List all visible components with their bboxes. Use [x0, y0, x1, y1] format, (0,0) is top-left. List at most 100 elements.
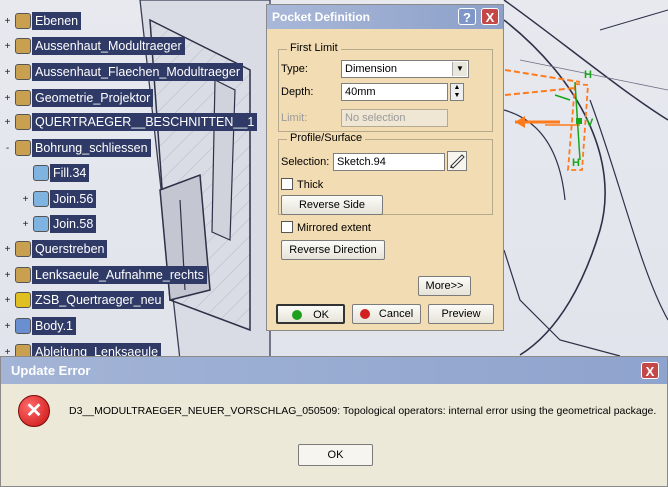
sketcher-button[interactable] [447, 151, 467, 171]
first-limit-label: First Limit [287, 42, 341, 54]
tree-item[interactable]: + QUERTRAEGER__BESCHNITTEN__1 [0, 111, 258, 133]
type-select-value: Dimension [345, 63, 397, 75]
selection-label: Selection: [281, 156, 330, 168]
pocket-definition-dialog: Pocket Definition ? X First Limit Type: … [266, 4, 504, 331]
depth-input-value: 40mm [345, 86, 376, 98]
expand-toggle-icon[interactable]: + [2, 270, 13, 281]
thick-checkbox[interactable] [281, 178, 293, 190]
profile-surface-label: Profile/Surface [287, 132, 366, 144]
help-button[interactable]: ? [458, 8, 476, 25]
error-message: D3__MODULTRAEGER_NEUER_VORSCHLAG_050509:… [69, 405, 657, 417]
sketch-icon [450, 154, 465, 169]
cancel-label: Cancel [378, 308, 414, 320]
update-error-dialog: Update Error X ✕ D3__MODULTRAEGER_NEUER_… [0, 356, 668, 487]
tree-item-label: ZSB_Quertraeger_neu [32, 291, 165, 309]
pocket-dialog-titlebar[interactable]: Pocket Definition ? X [267, 5, 503, 29]
expand-toggle-icon[interactable]: + [2, 117, 13, 128]
expand-toggle-icon[interactable]: + [2, 16, 13, 27]
expand-toggle-icon[interactable]: + [2, 244, 13, 255]
error-icon: ✕ [18, 395, 50, 427]
error-part-icon [15, 292, 31, 308]
tree-item-label: Join.56 [50, 190, 97, 208]
geometrical-set-icon [15, 64, 31, 80]
expand-toggle-icon[interactable]: + [2, 321, 13, 332]
tree-item[interactable]: - Bohrung_schliessen [0, 137, 151, 159]
pocket-dialog-title: Pocket Definition [272, 10, 371, 24]
handle-label-h-bottom: H [572, 157, 580, 169]
tree-item[interactable]: Fill.34 [18, 162, 90, 184]
tree-item[interactable]: + ZSB_Quertraeger_neu [0, 289, 165, 311]
preview-button[interactable]: Preview [428, 304, 494, 324]
close-button[interactable]: X [481, 8, 499, 25]
geometrical-set-icon [15, 140, 31, 156]
tree-item-label: QUERTRAEGER__BESCHNITTEN__1 [32, 113, 258, 131]
geometrical-set-icon [15, 267, 31, 283]
more-button[interactable]: More>> [418, 276, 471, 296]
tree-item[interactable]: + Aussenhaut_Modultraeger [0, 35, 185, 57]
handle-label-h-top: H [584, 69, 592, 81]
expand-toggle-icon[interactable]: + [2, 67, 13, 78]
spin-up-icon[interactable]: ▲ [451, 84, 463, 92]
tree-item-label: Aussenhaut_Flaechen_Modultraeger [32, 63, 243, 81]
tree-item[interactable]: + Ebenen [0, 10, 82, 32]
chevron-down-icon[interactable]: ▼ [452, 62, 467, 76]
expand-toggle-icon[interactable]: + [2, 41, 13, 52]
tree-item-label: Fill.34 [50, 164, 90, 182]
depth-label: Depth: [281, 86, 314, 98]
thick-label: Thick [297, 179, 324, 191]
mirrored-extent-checkbox[interactable] [281, 221, 293, 233]
reverse-side-button[interactable]: Reverse Side [281, 195, 383, 215]
limit-field-value: No selection [345, 112, 406, 124]
tree-item[interactable]: + Join.56 [18, 188, 97, 210]
mirrored-extent-label: Mirrored extent [297, 222, 371, 234]
expand-toggle-icon[interactable]: - [2, 143, 13, 154]
error-close-button[interactable]: X [641, 362, 659, 379]
cancel-button[interactable]: Cancel [352, 304, 421, 324]
selection-field[interactable]: Sketch.94 [333, 153, 445, 171]
ok-label: OK [313, 309, 329, 321]
selection-field-value: Sketch.94 [337, 156, 386, 168]
geometrical-set-icon [15, 114, 31, 130]
error-dialog-titlebar[interactable]: Update Error X [1, 357, 667, 384]
tree-item-label: Ebenen [32, 12, 82, 30]
spin-down-icon[interactable]: ▼ [451, 92, 463, 100]
reverse-direction-button[interactable]: Reverse Direction [281, 240, 385, 260]
body-icon [15, 318, 31, 334]
depth-spinner[interactable]: ▲ ▼ [450, 83, 464, 101]
geometrical-set-icon [15, 241, 31, 257]
join-surface-icon [33, 216, 49, 232]
join-surface-icon [33, 191, 49, 207]
tree-item-label: Body.1 [32, 317, 76, 335]
fill-surface-icon [33, 165, 49, 181]
tree-item-label: Lenksaeule_Aufnahme_rechts [32, 266, 207, 284]
tree-item[interactable]: + Geometrie_Projektor [0, 87, 154, 109]
type-label: Type: [281, 63, 308, 75]
tree-item[interactable]: + Join.58 [18, 213, 97, 235]
tree-item[interactable]: + Querstreben [0, 238, 108, 260]
tree-item[interactable]: + Body.1 [0, 315, 76, 337]
limit-label: Limit: [281, 112, 308, 124]
cancel-red-dot-icon [359, 309, 370, 320]
depth-input[interactable]: 40mm [341, 83, 448, 101]
error-ok-button[interactable]: OK [298, 444, 373, 466]
error-dialog-title: Update Error [11, 363, 91, 378]
expand-toggle-icon[interactable]: + [2, 295, 13, 306]
tree-item-label: Aussenhaut_Modultraeger [32, 37, 185, 55]
expand-toggle-icon[interactable]: + [2, 93, 13, 104]
tree-item-label: Bohrung_schliessen [32, 139, 151, 157]
limit-field: No selection [341, 109, 448, 127]
expand-toggle-icon[interactable]: + [20, 194, 31, 205]
tree-item-label: Geometrie_Projektor [32, 89, 154, 107]
geometrical-set-icon [15, 38, 31, 54]
geometrical-set-icon [15, 90, 31, 106]
tree-item[interactable]: + Aussenhaut_Flaechen_Modultraeger [0, 61, 243, 83]
ok-button[interactable]: OK [276, 304, 345, 324]
handle-label-v: V [586, 117, 594, 129]
type-select[interactable]: Dimension ▼ [341, 60, 469, 78]
tree-item-label: Querstreben [32, 240, 108, 258]
geometrical-set-icon [15, 13, 31, 29]
tree-item[interactable]: + Lenksaeule_Aufnahme_rechts [0, 264, 207, 286]
expand-toggle-icon[interactable]: + [20, 219, 31, 230]
tree-item-label: Join.58 [50, 215, 97, 233]
